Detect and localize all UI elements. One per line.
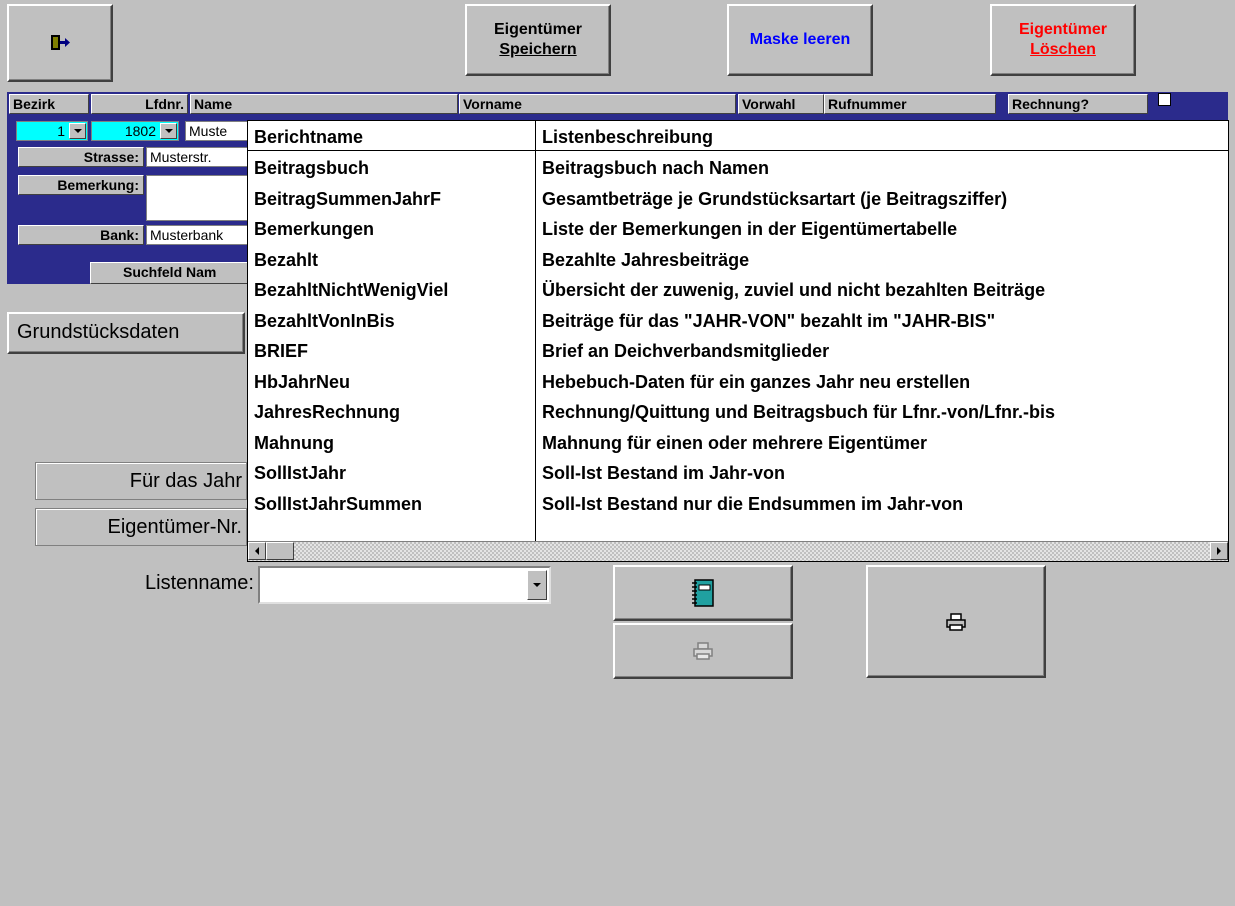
clear-form-button[interactable]: Maske leeren — [727, 4, 873, 76]
report-name: BeitragSummenJahrF — [254, 188, 442, 209]
report-description: Übersicht der zuwenig, zuviel und nicht … — [542, 280, 1046, 300]
column-header-vorwahl: Vorwahl — [738, 94, 824, 114]
print-disabled-button[interactable] — [613, 623, 793, 679]
dropdown-header-berichtname: Berichtname — [254, 127, 364, 147]
report-list-item[interactable]: Beitragsbuch Beitragsbuch nach Namen — [248, 155, 1228, 181]
printer-icon — [693, 642, 713, 660]
bemerkung-label: Bemerkung: — [18, 175, 144, 195]
scroll-left-button[interactable] — [248, 542, 266, 560]
lfdnr-combo[interactable]: 1802 — [91, 121, 179, 141]
report-name: SollIstJahrSummen — [254, 493, 423, 514]
report-list-item[interactable]: SollIstJahrSummen Soll-Ist Bestand nur di… — [248, 491, 1228, 517]
column-header-lfdnr: Lfdnr. — [91, 94, 188, 114]
delete-owner-button[interactable]: Eigentümer Löschen — [990, 4, 1136, 76]
listenname-dropdown-button[interactable] — [527, 570, 547, 600]
report-name: BRIEF — [254, 341, 308, 361]
delete-owner-label-line2: Löschen — [1030, 41, 1096, 58]
save-owner-label-line1: Eigentümer — [493, 21, 582, 38]
horizontal-scrollbar[interactable] — [248, 541, 1228, 561]
column-header-rechnung: Rechnung? — [1008, 94, 1148, 114]
bezirk-value: 1 — [57, 123, 65, 139]
chevron-down-icon — [164, 129, 173, 133]
report-description: Rechnung/Quittung und Beitragsbuch für L… — [542, 402, 1055, 422]
strasse-label: Strasse: — [18, 147, 144, 167]
dropdown-header-listenbeschreibung: Listenbeschreibung — [542, 127, 714, 147]
column-header-name: Name — [190, 94, 458, 114]
save-owner-button[interactable]: Eigentümer Speichern — [465, 4, 611, 76]
delete-owner-label-line1: Eigentümer — [1018, 21, 1107, 38]
report-description: Hebebuch-Daten für ein ganzes Jahr neu e… — [542, 371, 971, 392]
report-list-item[interactable]: BeitragSummenJahrF Gesamtbeträge je Grund… — [248, 186, 1228, 212]
notebook-icon — [692, 579, 714, 607]
printer-icon — [946, 612, 966, 631]
report-list-item[interactable]: Bemerkungen Liste der Bemerkungen in der … — [248, 216, 1228, 242]
preview-report-button[interactable] — [613, 565, 793, 621]
dropdown-header-row: Berichtname Listenbeschreibung — [248, 124, 1228, 151]
bank-label: Bank: — [18, 225, 144, 245]
report-name: BezahltVonInBis — [254, 310, 395, 331]
report-list-item[interactable]: HbJahrNeu Hebebuch-Daten für ein ganzes J… — [248, 369, 1228, 395]
report-list-item[interactable]: SollIstJahr Soll-Ist Bestand im Jahr-von — [248, 460, 1228, 486]
grundstuecksdaten-button[interactable]: Grundstücksdaten — [7, 312, 245, 354]
column-header-bezirk: Bezirk — [9, 94, 89, 114]
report-name: HbJahrNeu — [254, 371, 351, 392]
clear-form-label: Maske leeren — [749, 31, 851, 48]
report-list-item[interactable]: Mahnung Mahnung für einen oder mehrere Ei… — [248, 430, 1228, 456]
report-name: Mahnung — [254, 432, 334, 453]
lfdnr-dropdown-button[interactable] — [160, 123, 177, 139]
report-name: Beitragsbuch — [254, 158, 370, 178]
arrow-left-icon — [255, 547, 259, 555]
report-description: Gesamtbeträge je Grundstücksartart (je B… — [542, 188, 1008, 209]
eigentuemer-nr-label: Eigentümer-Nr. — [35, 508, 247, 546]
chevron-down-icon — [73, 129, 82, 133]
name-field[interactable]: Muste — [185, 121, 255, 141]
strasse-field[interactable]: Musterstr. — [146, 147, 248, 167]
report-description: Soll-Ist Bestand nur die Endsummen im Ja… — [542, 493, 964, 514]
report-list-item[interactable]: BezahltVonInBis Beiträge für das "JAHR-VO… — [248, 308, 1228, 334]
report-description: Soll-Ist Bestand im Jahr-von — [542, 463, 786, 483]
report-name: BezahltNichtWenigViel — [254, 280, 449, 300]
report-description: Liste der Bemerkungen in der Eigentümert… — [542, 219, 958, 239]
listenname-label: Listenname: — [145, 572, 254, 594]
scrollbar-thumb[interactable] — [266, 542, 294, 560]
report-description: Brief an Deichverbandsmitglieder — [542, 341, 830, 361]
report-name: JahresRechnung — [254, 402, 401, 422]
print-button[interactable] — [866, 565, 1046, 678]
suchfeld-name-label: Suchfeld Nam — [90, 262, 248, 284]
bezirk-dropdown-button[interactable] — [69, 123, 86, 139]
exit-door-icon — [51, 35, 70, 50]
arrow-right-icon — [1217, 547, 1221, 555]
report-description: Beiträge für das "JAHR-VON" bezahlt im "… — [542, 310, 996, 331]
report-name: SollIstJahr — [254, 463, 347, 483]
report-name: Bezahlt — [254, 249, 319, 270]
fuer-das-jahr-label: Für das Jahr — [35, 462, 247, 500]
lfdnr-value: 1802 — [124, 123, 156, 139]
chevron-down-icon — [533, 583, 541, 587]
scroll-right-button[interactable] — [1210, 542, 1228, 560]
report-list-item[interactable]: Bezahlt Bezahlte Jahresbeiträge — [248, 247, 1228, 273]
column-header-rufnummer: Rufnummer — [824, 94, 996, 114]
bezirk-combo[interactable]: 1 — [16, 121, 88, 141]
report-description: Bezahlte Jahresbeiträge — [542, 249, 750, 270]
report-dropdown-list[interactable]: Berichtname Listenbeschreibung Beitragsb… — [247, 120, 1229, 562]
report-description: Beitragsbuch nach Namen — [542, 158, 770, 178]
column-header-vorname: Vorname — [459, 94, 736, 114]
rechnung-checkbox[interactable] — [1158, 93, 1171, 106]
listenname-combo[interactable] — [258, 566, 551, 604]
report-list-item[interactable]: BezahltNichtWenigViel Übersicht der zuwen… — [248, 277, 1228, 303]
bemerkung-field[interactable] — [146, 175, 248, 221]
report-description: Mahnung für einen oder mehrere Eigentüme… — [542, 432, 928, 453]
bank-field[interactable]: Musterbank — [146, 225, 248, 245]
report-list-item[interactable]: BRIEF Brief an Deichverbandsmitglieder — [248, 338, 1228, 364]
save-owner-label-line2: Speichern — [499, 41, 577, 58]
report-list-item[interactable]: JahresRechnung Rechnung/Quittung und Beit… — [248, 399, 1228, 425]
exit-button[interactable] — [7, 4, 113, 82]
report-name: Bemerkungen — [254, 219, 375, 239]
